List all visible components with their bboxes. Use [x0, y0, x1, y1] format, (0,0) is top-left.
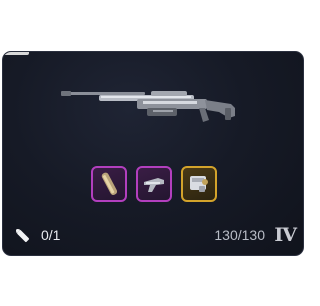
- scope-attachment-icon: [190, 176, 208, 192]
- card-corner-marker: [3, 52, 29, 55]
- weapon-status-bar: 0/1 130/130 IV: [3, 215, 303, 255]
- tier-badge: IV: [274, 224, 297, 246]
- attachment-slot-barrel[interactable]: [91, 166, 127, 202]
- barrel-attachment-icon: [101, 172, 118, 195]
- sniper-rifle-icon: [61, 91, 235, 122]
- stock-attachment-icon: [144, 178, 164, 192]
- ammo-count: 0/1: [41, 227, 61, 243]
- attachment-slots: [91, 166, 217, 204]
- durability-value: 130/130: [214, 227, 265, 243]
- ammo-bullet-icon: [15, 228, 30, 243]
- weapon-card[interactable]: 0/1 130/130 IV: [2, 51, 304, 256]
- attachment-slot-stock[interactable]: [136, 166, 172, 202]
- attachment-slot-scope[interactable]: [181, 166, 217, 202]
